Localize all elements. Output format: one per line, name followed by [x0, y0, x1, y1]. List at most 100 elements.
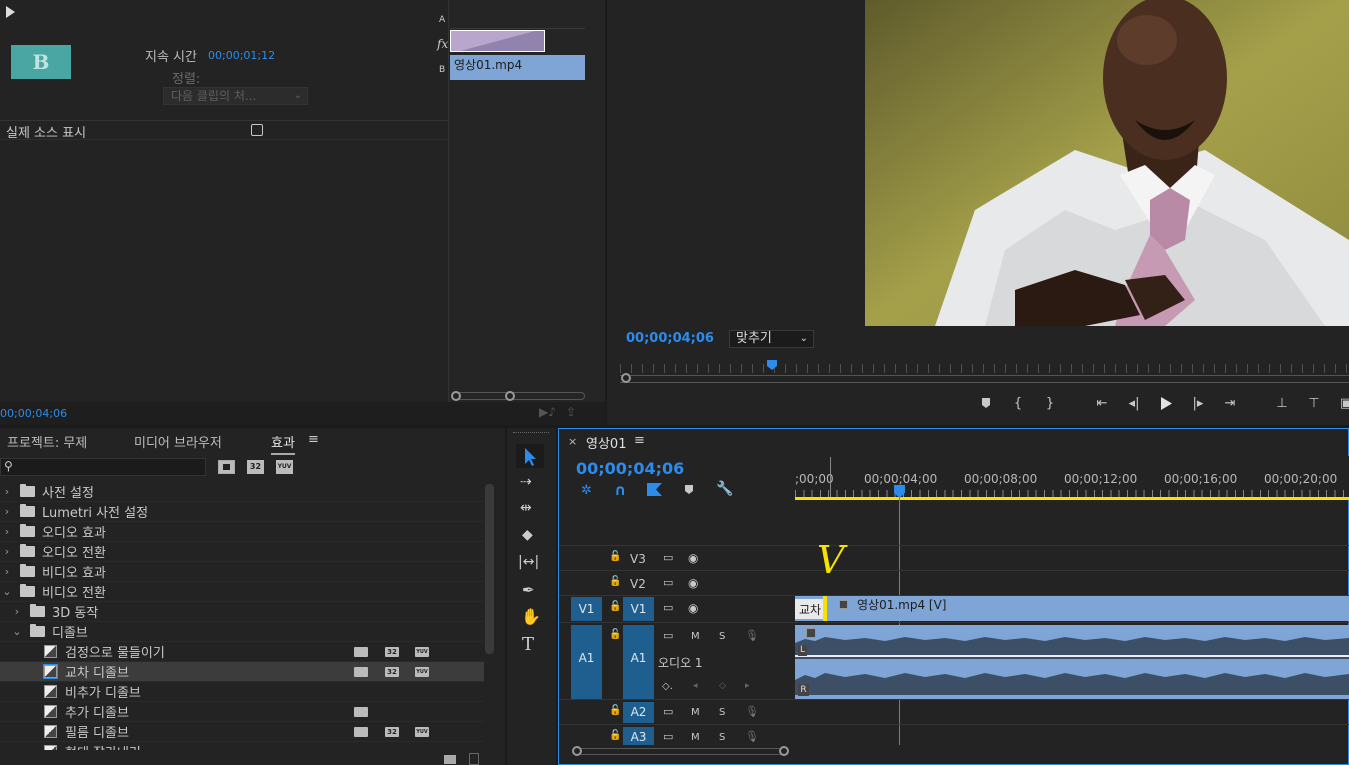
- program-timecode[interactable]: 00;00;04;06: [626, 331, 714, 346]
- solo-button[interactable]: S: [719, 631, 725, 642]
- transition-edit-point[interactable]: [823, 596, 827, 621]
- mute-button[interactable]: M: [691, 631, 700, 642]
- nest-toggle-icon[interactable]: ✲: [581, 483, 592, 498]
- accelerated-filter-icon[interactable]: [218, 460, 235, 474]
- slip-tool-icon[interactable]: |↔|: [518, 554, 539, 570]
- tree-item-video-effects[interactable]: › 비디오 효과: [0, 562, 484, 582]
- track-a2-label[interactable]: A2: [623, 702, 654, 723]
- track-select-tool-icon[interactable]: ⇢: [520, 474, 532, 490]
- tree-item-dissolve[interactable]: ⌄ 디졸브: [0, 622, 484, 642]
- mini-clip-bar[interactable]: 영상01.mp4: [450, 55, 585, 80]
- tools-grip[interactable]: [513, 432, 549, 434]
- mini-transition-bar[interactable]: [450, 30, 545, 52]
- step-back-icon[interactable]: ◂|: [1123, 392, 1145, 414]
- 32bit-filter-icon[interactable]: 32: [247, 460, 264, 474]
- solo-button[interactable]: S: [719, 732, 725, 743]
- wrench-icon[interactable]: 🔧: [716, 481, 733, 497]
- razor-tool-icon[interactable]: ◆: [522, 527, 533, 543]
- chevron-right-icon[interactable]: ›: [0, 565, 14, 578]
- type-tool-icon[interactable]: T: [522, 634, 534, 655]
- ec-timecode[interactable]: 00;00;04;06: [0, 407, 67, 420]
- tab-media-browser[interactable]: 미디어 브라우저: [134, 432, 222, 451]
- lock-icon[interactable]: 🔓: [609, 730, 621, 741]
- chevron-right-icon[interactable]: ›: [0, 545, 14, 558]
- sync-lock-icon[interactable]: ▭: [663, 576, 673, 589]
- eye-icon[interactable]: ◉: [688, 601, 698, 615]
- scroll-handle-left[interactable]: [621, 373, 631, 383]
- lock-icon[interactable]: 🔓: [609, 576, 621, 587]
- tree-item-lumetri[interactable]: › Lumetri 사전 설정: [0, 502, 484, 522]
- ripple-edit-tool-icon[interactable]: ⇹: [520, 500, 532, 516]
- scroll-handle-left[interactable]: [572, 746, 582, 756]
- play-triangle-icon[interactable]: [6, 6, 15, 18]
- lock-icon[interactable]: 🔓: [609, 601, 621, 612]
- timeline-timecode[interactable]: 00;00;04;06: [576, 459, 684, 478]
- program-mini-ruler[interactable]: [620, 364, 1349, 373]
- tree-item-film-dissolve[interactable]: 필름 디졸브 32 YUV: [0, 722, 484, 742]
- voiceover-mic-icon[interactable]: 🎙: [745, 629, 759, 642]
- lock-icon[interactable]: 🔓: [609, 705, 621, 716]
- tree-item-video-transitions[interactable]: ⌄ 비디오 전환: [0, 582, 484, 602]
- sync-lock-icon[interactable]: ▭: [663, 551, 673, 564]
- play-icon[interactable]: [1155, 392, 1177, 414]
- export-frame-icon[interactable]: ▣: [1335, 392, 1349, 414]
- chevron-right-icon[interactable]: ›: [0, 485, 14, 498]
- timeline-tab-title[interactable]: 영상01: [586, 433, 626, 452]
- tab-project[interactable]: 프로젝트: 무제: [7, 432, 87, 451]
- snap-icon[interactable]: ∩: [614, 481, 626, 499]
- trash-icon[interactable]: [469, 753, 479, 765]
- sync-lock-icon[interactable]: ▭: [663, 705, 673, 718]
- eye-icon[interactable]: ◉: [688, 576, 698, 590]
- timeline-scrollbar[interactable]: [577, 748, 784, 755]
- transition-clip[interactable]: 교차: [795, 599, 825, 619]
- add-marker-icon[interactable]: [684, 484, 694, 495]
- next-keyframe-icon[interactable]: ▸: [745, 681, 750, 691]
- add-keyframe-icon[interactable]: ◇: [719, 681, 726, 691]
- timeline-menu-icon[interactable]: ≡: [634, 433, 645, 448]
- tree-item-morph-cut[interactable]: 형태 잘라내기: [0, 742, 484, 750]
- voiceover-mic-icon[interactable]: 🎙: [745, 705, 759, 718]
- source-patch-v1[interactable]: V1: [571, 597, 602, 621]
- scroll-handle-right[interactable]: [505, 391, 515, 401]
- yuv-filter-icon[interactable]: YUV: [276, 460, 293, 474]
- align-dropdown[interactable]: 다음 클립의 처... ⌄: [163, 87, 308, 105]
- lock-icon[interactable]: 🔓: [609, 551, 621, 562]
- mini-scrollbar[interactable]: [452, 392, 585, 400]
- go-to-in-icon[interactable]: ⇤: [1091, 392, 1113, 414]
- effects-search-input[interactable]: ⚲: [0, 458, 206, 476]
- voiceover-mic-icon[interactable]: 🎙: [745, 730, 759, 743]
- step-forward-icon[interactable]: |▸: [1187, 392, 1209, 414]
- scroll-handle-right[interactable]: [779, 746, 789, 756]
- scroll-handle-left[interactable]: [451, 391, 461, 401]
- show-source-checkbox[interactable]: [251, 124, 263, 136]
- chevron-right-icon[interactable]: ›: [0, 525, 14, 538]
- chevron-down-icon[interactable]: ⌄: [10, 625, 24, 638]
- tree-item-cross-dissolve[interactable]: 교차 디졸브 32 YUV: [0, 662, 484, 682]
- export-icon[interactable]: ⇪: [566, 405, 576, 419]
- tree-item-audio-effects[interactable]: › 오디오 효과: [0, 522, 484, 542]
- add-marker-icon[interactable]: [975, 392, 997, 414]
- tree-item-additive-dissolve[interactable]: 추가 디졸브: [0, 702, 484, 722]
- work-area-bar[interactable]: [795, 497, 1349, 500]
- selection-tool-icon[interactable]: [516, 444, 544, 468]
- prev-keyframe-icon[interactable]: ◂: [693, 681, 698, 691]
- go-to-out-icon[interactable]: ⇥: [1219, 392, 1241, 414]
- lift-icon[interactable]: ⊥: [1271, 392, 1293, 414]
- duration-value[interactable]: 00;00;01;12: [208, 49, 275, 62]
- keyframe-toggle-icon[interactable]: ◇.: [662, 681, 673, 692]
- eye-icon[interactable]: ◉: [688, 551, 698, 565]
- hand-tool-icon[interactable]: ✋: [521, 607, 541, 626]
- track-v1-label[interactable]: V1: [623, 597, 654, 621]
- new-bin-icon[interactable]: [444, 755, 456, 764]
- audio-clip[interactable]: [795, 625, 1349, 699]
- tree-item-presets[interactable]: › 사전 설정: [0, 482, 484, 502]
- solo-button[interactable]: S: [719, 707, 725, 718]
- audio-only-icon[interactable]: ▶♪: [539, 405, 556, 419]
- track-a3-label[interactable]: A3: [623, 727, 654, 745]
- close-tab-icon[interactable]: ×: [568, 435, 577, 448]
- mute-button[interactable]: M: [691, 707, 700, 718]
- sync-lock-icon[interactable]: ▭: [663, 601, 673, 614]
- chevron-right-icon[interactable]: ›: [10, 605, 24, 618]
- mark-out-icon[interactable]: }: [1039, 392, 1061, 414]
- effects-scrollbar[interactable]: [485, 484, 494, 654]
